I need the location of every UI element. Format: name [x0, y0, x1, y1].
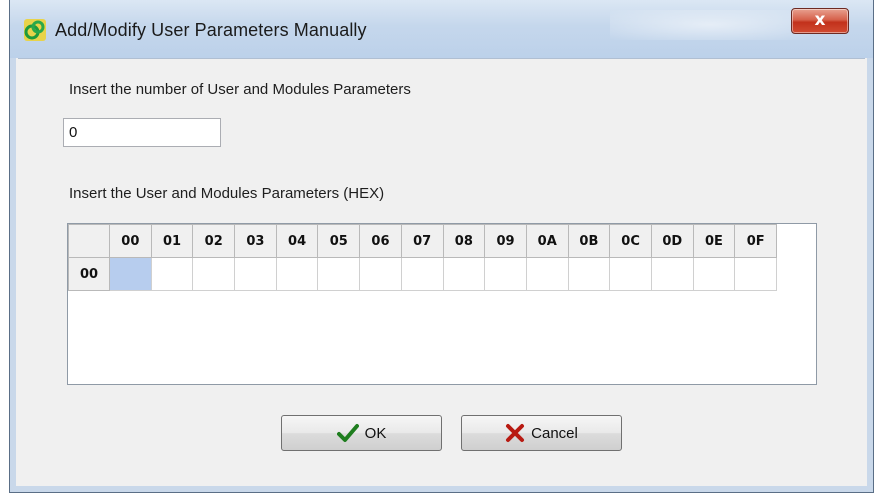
- grid-cell[interactable]: [234, 257, 277, 291]
- column-header: 0A: [525, 224, 569, 258]
- window-title: Add/Modify User Parameters Manually: [55, 20, 367, 40]
- grid-cell[interactable]: [567, 257, 611, 291]
- column-header: 0D: [650, 224, 694, 258]
- grid-cell[interactable]: [192, 257, 236, 291]
- grid-cell-selected[interactable]: [109, 257, 152, 291]
- grid-cell[interactable]: [609, 257, 652, 291]
- grid-cell[interactable]: [650, 257, 694, 291]
- grid-cell[interactable]: [734, 257, 777, 291]
- cancel-button-label: Cancel: [531, 424, 578, 442]
- column-header: 0E: [692, 224, 736, 258]
- parameter-count-label: Insert the number of User and Modules Pa…: [69, 81, 411, 98]
- title-bar-glow: [610, 10, 810, 40]
- hex-parameters-label: Insert the User and Modules Parameters (…: [69, 185, 385, 202]
- ok-button[interactable]: OK: [281, 415, 442, 451]
- column-header: 08: [442, 224, 486, 258]
- dialog-window: Add/Modify User Parameters Manually x In…: [9, 0, 874, 493]
- grid-cell[interactable]: [692, 257, 736, 291]
- column-header: 0B: [567, 224, 611, 258]
- column-header: 05: [317, 224, 361, 258]
- hex-parameter-grid[interactable]: 00 01 02 03 04 05 06 07 08 09 0A 0B 0C 0…: [67, 223, 817, 385]
- column-header: 06: [359, 224, 402, 258]
- column-header: 02: [192, 224, 236, 258]
- parameter-count-input[interactable]: [63, 118, 221, 147]
- column-header: 03: [234, 224, 277, 258]
- grid-cell[interactable]: [359, 257, 402, 291]
- grid-cell[interactable]: [484, 257, 527, 291]
- grid-row: 00: [68, 257, 777, 291]
- cancel-button[interactable]: Cancel: [461, 415, 622, 451]
- column-header: 09: [484, 224, 527, 258]
- grid-corner-cell: [68, 224, 110, 258]
- close-button[interactable]: x: [791, 8, 849, 34]
- column-header: 01: [150, 224, 194, 258]
- column-header: 0F: [734, 224, 777, 258]
- dialog-client-area: Insert the number of User and Modules Pa…: [18, 58, 865, 484]
- red-x-icon: [506, 424, 525, 442]
- column-header: 00: [109, 224, 152, 258]
- grid-cell[interactable]: [317, 257, 361, 291]
- grid-cell[interactable]: [525, 257, 569, 291]
- grid-cell[interactable]: [150, 257, 194, 291]
- grid-header-row: 00 01 02 03 04 05 06 07 08 09 0A 0B 0C 0…: [68, 224, 777, 258]
- grid-cell[interactable]: [275, 257, 319, 291]
- column-header: 07: [400, 224, 444, 258]
- checkmark-icon: [336, 424, 359, 442]
- app-logo-icon: [24, 19, 46, 41]
- hex-grid-table: 00 01 02 03 04 05 06 07 08 09 0A 0B 0C 0…: [68, 224, 777, 291]
- grid-cell[interactable]: [400, 257, 444, 291]
- row-header: 00: [68, 257, 110, 291]
- column-header: 0C: [609, 224, 652, 258]
- ok-button-label: OK: [364, 424, 387, 442]
- column-header: 04: [275, 224, 319, 258]
- grid-cell[interactable]: [442, 257, 486, 291]
- title-bar[interactable]: Add/Modify User Parameters Manually x: [10, 0, 873, 58]
